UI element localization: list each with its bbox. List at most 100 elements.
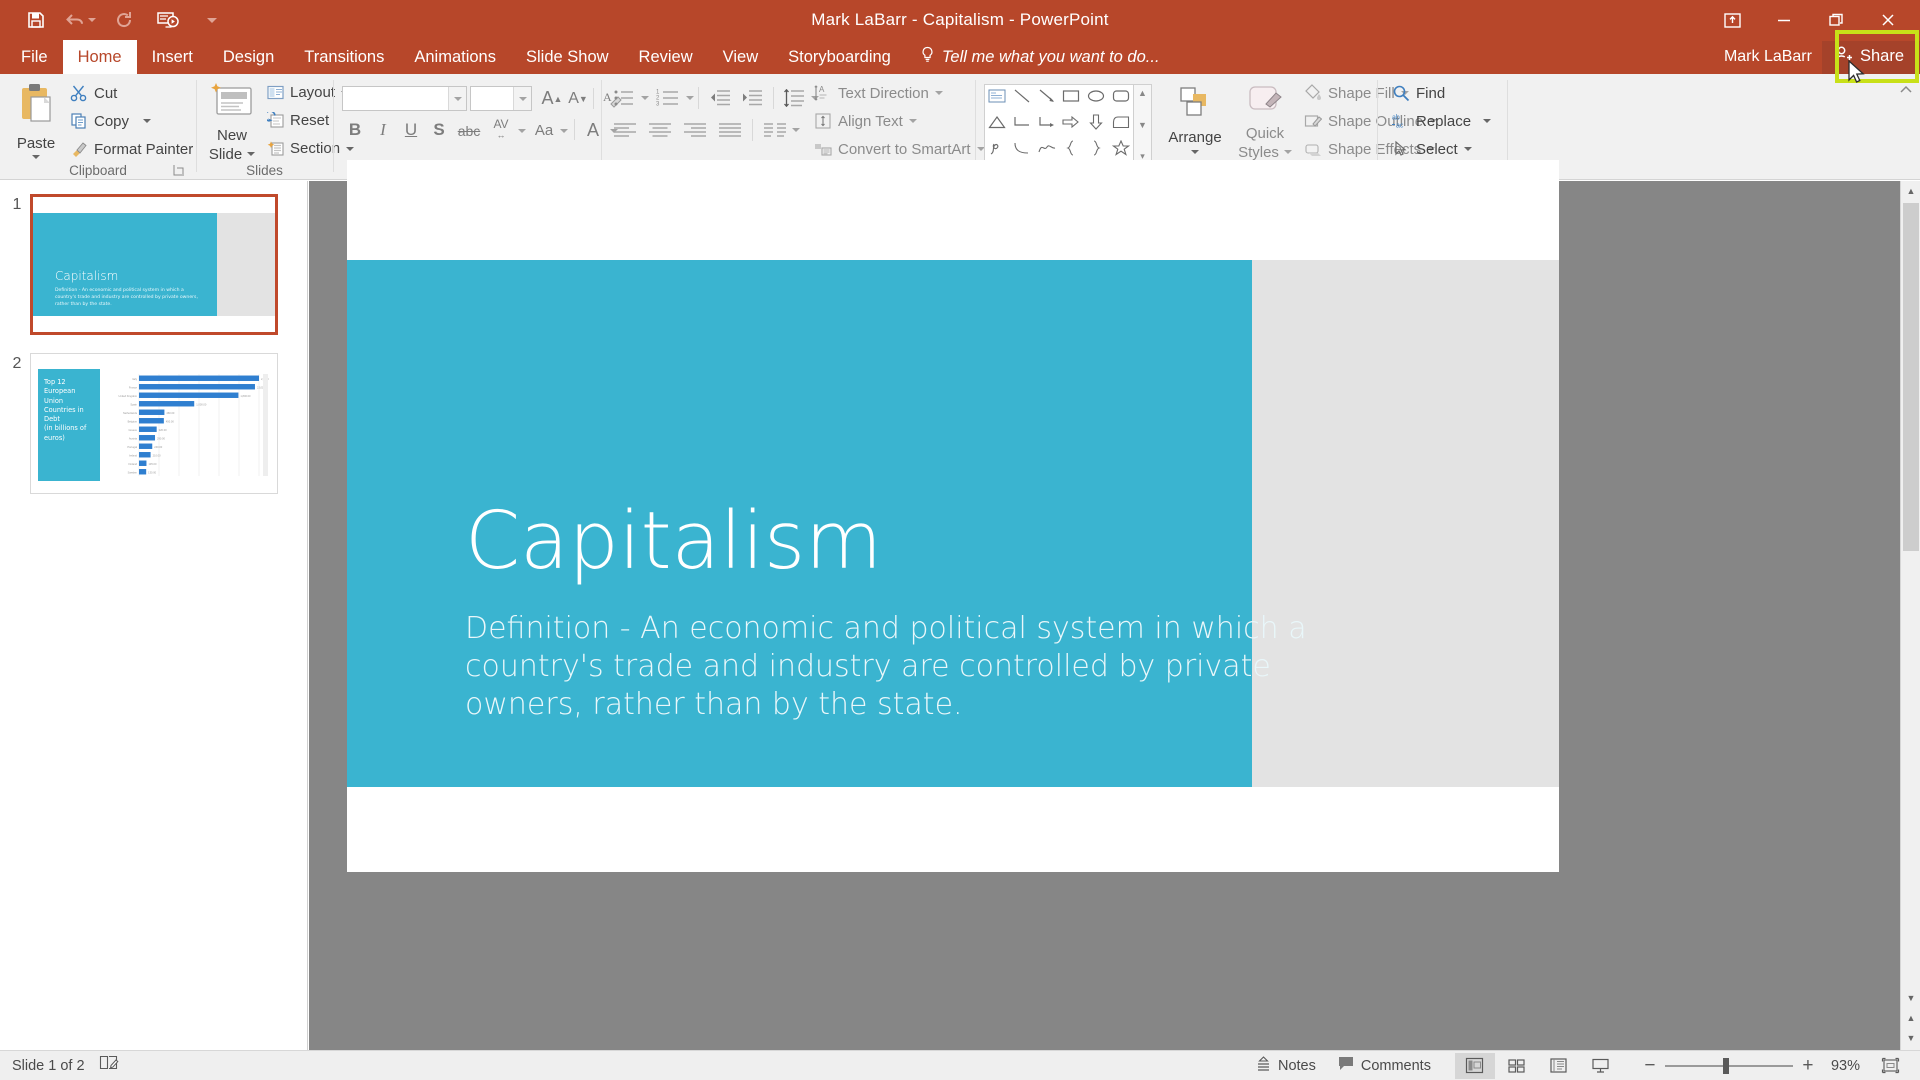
start-presentation-icon[interactable] <box>146 3 190 37</box>
strikethrough-button[interactable]: abc <box>454 120 484 142</box>
bullets-caret-icon[interactable] <box>641 96 649 100</box>
select-button[interactable]: Select <box>1392 140 1472 158</box>
shape-rectangle-icon[interactable] <box>1062 89 1080 108</box>
shape-elbow-connector-icon[interactable] <box>1013 115 1031 134</box>
share-button[interactable]: Share <box>1821 40 1920 74</box>
character-spacing-button[interactable]: AV ↔ <box>486 117 516 143</box>
shapes-scroll-up-icon[interactable]: ▲ <box>1138 88 1147 98</box>
align-text-caret-icon[interactable] <box>908 119 917 123</box>
tab-file[interactable]: File <box>6 40 63 74</box>
font-size-dropdown-icon[interactable] <box>513 87 531 110</box>
slide-sorter-view-button[interactable] <box>1497 1053 1537 1079</box>
shape-right-brace-icon[interactable] <box>1090 139 1102 161</box>
arrange-button[interactable]: Arrange <box>1162 84 1228 154</box>
cut-button[interactable]: Cut <box>70 84 117 102</box>
increase-font-size-button[interactable]: A ▲ <box>540 87 564 110</box>
font-name-input[interactable] <box>342 86 467 111</box>
align-right-button[interactable] <box>680 118 710 142</box>
slide-body-text[interactable]: Definition - An economic and political s… <box>465 610 1345 724</box>
shapes-scroll-down-icon[interactable]: ▼ <box>1138 120 1147 130</box>
convert-to-smartart-button[interactable]: Convert to SmartArt <box>814 140 985 158</box>
shape-scribble-icon[interactable] <box>988 140 1006 161</box>
shape-down-arrow-icon[interactable] <box>1089 113 1103 135</box>
numbering-button[interactable]: 123 <box>654 86 682 110</box>
scroll-down-icon[interactable]: ▼ <box>1901 988 1920 1008</box>
replace-button[interactable]: ab ac Replace <box>1392 112 1492 130</box>
columns-button[interactable] <box>760 118 790 142</box>
tab-view[interactable]: View <box>708 40 773 74</box>
zoom-slider-handle[interactable] <box>1722 1057 1729 1074</box>
shape-oval-icon[interactable] <box>1087 89 1105 108</box>
collapse-ribbon-icon[interactable] <box>1898 82 1914 103</box>
current-slide[interactable]: Capitalism Definition - An economic and … <box>347 160 1559 872</box>
notes-check-icon[interactable] <box>99 1054 119 1077</box>
shape-triangle-icon[interactable] <box>988 115 1006 134</box>
notes-button[interactable]: Notes <box>1245 1053 1326 1079</box>
save-icon[interactable] <box>14 3 58 37</box>
find-button[interactable]: Find <box>1392 84 1445 102</box>
reset-button[interactable]: Reset <box>267 112 329 129</box>
scroll-up-icon[interactable]: ▲ <box>1901 181 1920 201</box>
format-painter-button[interactable]: Format Painter <box>70 140 193 158</box>
shape-textbox-icon[interactable] <box>988 89 1006 108</box>
zoom-out-button[interactable]: − <box>1637 1053 1663 1079</box>
shape-right-arrow-icon[interactable] <box>1062 115 1080 134</box>
slide-vertical-scrollbar[interactable]: ▲ ▼ ▲ ▼ <box>1900 181 1920 1050</box>
tell-me-search[interactable]: Tell me what you want to do... <box>906 40 1174 74</box>
slide-editor[interactable]: Capitalism Definition - An economic and … <box>309 160 1920 1050</box>
tab-transitions[interactable]: Transitions <box>289 40 399 74</box>
zoom-in-button[interactable]: + <box>1795 1053 1821 1079</box>
scrollbar-thumb[interactable] <box>1903 203 1919 551</box>
center-button[interactable] <box>645 118 675 142</box>
slide-indicator[interactable]: Slide 1 of 2 <box>12 1058 85 1074</box>
bold-button[interactable]: B <box>342 118 368 142</box>
columns-caret-icon[interactable] <box>792 128 800 132</box>
text-shadow-button[interactable]: S <box>426 118 452 142</box>
tab-animations[interactable]: Animations <box>399 40 511 74</box>
font-size-input[interactable] <box>470 86 532 111</box>
zoom-level-label[interactable]: 93% <box>1823 1058 1868 1074</box>
shape-folded-corner-icon[interactable] <box>1112 115 1130 134</box>
paste-caret-icon[interactable] <box>32 155 40 159</box>
justify-button[interactable] <box>715 118 745 142</box>
redo-icon[interactable] <box>102 3 146 37</box>
shape-line-icon[interactable] <box>1013 88 1031 109</box>
slide-thumbnail-1[interactable]: Capitalism Definition - An economic and … <box>30 194 278 335</box>
text-direction-button[interactable]: A Text Direction <box>814 84 943 102</box>
close-icon[interactable] <box>1862 0 1914 40</box>
shape-left-brace-icon[interactable] <box>1065 139 1077 161</box>
shapes-gallery[interactable] <box>984 84 1134 166</box>
select-caret-icon[interactable] <box>1463 147 1472 151</box>
increase-indent-button[interactable] <box>738 86 766 110</box>
italic-button[interactable]: I <box>370 118 396 142</box>
replace-caret-icon[interactable] <box>1483 119 1492 123</box>
reading-view-button[interactable] <box>1539 1053 1579 1079</box>
tab-review[interactable]: Review <box>624 40 708 74</box>
shape-arrow-icon[interactable] <box>1038 88 1056 109</box>
shape-rounded-rectangle-icon[interactable] <box>1112 89 1130 108</box>
minimize-icon[interactable] <box>1758 0 1810 40</box>
next-slide-icon[interactable]: ▼ <box>1901 1028 1920 1048</box>
change-case-button[interactable]: Aa <box>530 119 558 141</box>
align-text-button[interactable]: Align Text <box>814 112 917 130</box>
arrange-caret-icon[interactable] <box>1191 150 1199 154</box>
copy-button[interactable]: Copy <box>70 112 152 130</box>
undo-icon[interactable] <box>58 3 102 37</box>
clipboard-dialog-launcher[interactable] <box>173 164 186 177</box>
tab-slide-show[interactable]: Slide Show <box>511 40 624 74</box>
tab-storyboarding[interactable]: Storyboarding <box>773 40 906 74</box>
list-item[interactable]: 1 Capitalism Definition - An economic an… <box>4 194 278 335</box>
previous-slide-icon[interactable]: ▲ <box>1901 1008 1920 1028</box>
list-item[interactable]: 2 Top 12 European Union Countries in Deb… <box>4 353 278 494</box>
tab-insert[interactable]: Insert <box>137 40 208 74</box>
slide-title-text[interactable]: Capitalism <box>465 498 882 584</box>
copy-caret-icon[interactable] <box>143 119 152 123</box>
slide-thumbnail-pane[interactable]: 1 Capitalism Definition - An economic an… <box>0 181 308 1050</box>
decrease-font-size-button[interactable]: A ▼ <box>566 87 590 110</box>
new-slide-caret-icon[interactable] <box>247 151 256 156</box>
align-left-button[interactable] <box>610 118 640 142</box>
shapes-gallery-scroll[interactable]: ▲ ▼ ▾ <box>1134 84 1152 166</box>
fit-slide-to-window-button[interactable] <box>1870 1053 1910 1079</box>
ribbon-display-options-icon[interactable] <box>1706 0 1758 40</box>
quick-styles-caret-icon[interactable] <box>1283 149 1292 154</box>
